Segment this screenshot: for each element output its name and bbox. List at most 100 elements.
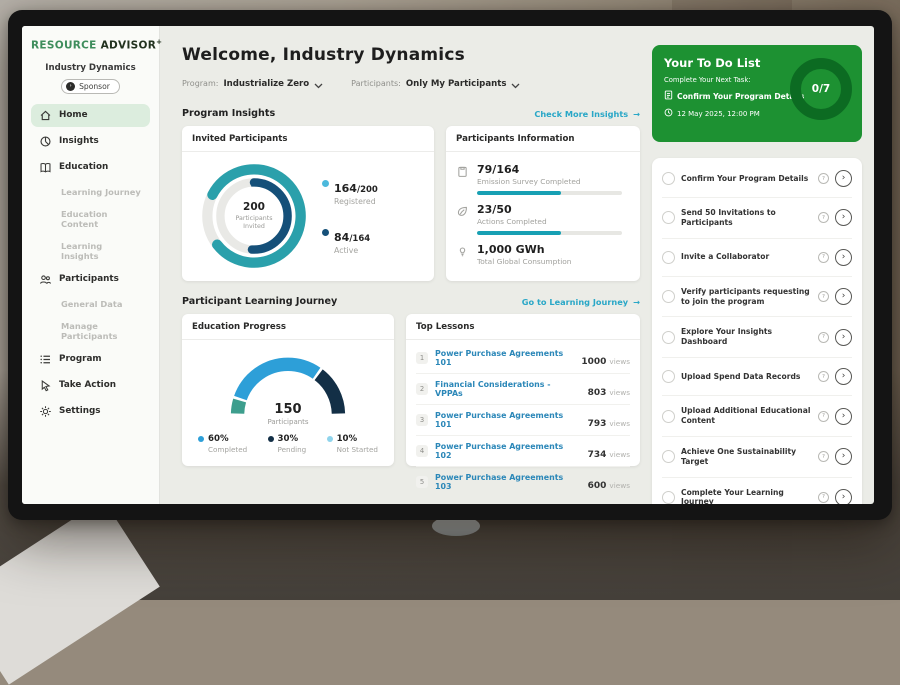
task-row-confirm-program[interactable]: Confirm Your Program Details ? › <box>662 160 852 198</box>
task-row-achieve-sustainability-target[interactable]: Achieve One Sustainability Target ? › <box>662 437 852 478</box>
info-icon[interactable]: ? <box>818 212 829 223</box>
sidebar-item-general-data[interactable]: General Data <box>31 294 150 314</box>
clipboard-icon <box>456 165 469 178</box>
filters-row: Program: Industrialize Zero Participants… <box>182 74 640 93</box>
sidebar-item-education-content[interactable]: Education Content <box>31 204 150 234</box>
chevron-right-button[interactable]: › <box>835 249 852 266</box>
legend-item-registered: 164/200 Registered <box>322 177 378 206</box>
chevron-right-button[interactable]: › <box>835 489 852 504</box>
task-label: Send 50 Invitations to Participants <box>681 208 812 228</box>
task-checkbox[interactable] <box>662 290 675 303</box>
task-row-explore-insights[interactable]: Explore Your Insights Dashboard ? › <box>662 317 852 358</box>
participants-information-card: Participants Information 79/164 Emission… <box>446 126 640 281</box>
sidebar-item-insights[interactable]: Insights <box>31 130 150 153</box>
task-checkbox[interactable] <box>662 172 675 185</box>
sidebar-item-settings[interactable]: Settings <box>31 400 150 423</box>
info-icon[interactable]: ? <box>818 371 829 382</box>
task-checkbox[interactable] <box>662 491 675 504</box>
clock-icon <box>664 108 673 119</box>
task-checkbox[interactable] <box>662 450 675 463</box>
chevron-right-button[interactable]: › <box>835 329 852 346</box>
sidebar-item-program[interactable]: Program <box>31 348 150 371</box>
program-filter-dropdown[interactable]: Program: Industrialize Zero <box>182 74 323 93</box>
sidebar-item-learning-journey[interactable]: Learning Journey <box>31 182 150 202</box>
sponsor-badge[interactable]: › Sponsor <box>61 79 120 94</box>
gear-icon <box>39 405 52 418</box>
lesson-views: 734 <box>588 450 607 460</box>
chevron-right-button[interactable]: › <box>835 288 852 305</box>
sponsor-icon: › <box>66 82 75 91</box>
sidebar-item-take-action[interactable]: Take Action <box>31 374 150 397</box>
card-title: Invited Participants <box>182 126 434 152</box>
sidebar-item-label: Take Action <box>59 380 116 390</box>
sidebar-item-manage-participants[interactable]: Manage Participants <box>31 316 150 346</box>
chevron-right-button[interactable]: › <box>835 170 852 187</box>
sidebar-item-label: Program <box>59 354 102 364</box>
program-filter-value: Industrialize Zero <box>223 79 309 89</box>
lesson-title-link[interactable]: Power Purchase Agreements 103 <box>435 473 581 491</box>
chevron-right-button[interactable]: › <box>835 408 852 425</box>
task-checkbox[interactable] <box>662 370 675 383</box>
task-row-upload-spend-data[interactable]: Upload Spend Data Records ? › <box>662 358 852 396</box>
card-title: Participants Information <box>446 126 640 152</box>
stat-label: Actions Completed <box>477 217 547 226</box>
task-checkbox[interactable] <box>662 251 675 264</box>
lesson-views: 803 <box>588 388 607 398</box>
leaf-icon <box>456 205 469 218</box>
lesson-title-link[interactable]: Financial Considerations - VPPAs <box>435 380 581 398</box>
lesson-row: 3 Power Purchase Agreements 101 793views <box>416 405 630 436</box>
lesson-rank-badge: 4 <box>416 445 428 457</box>
task-label: Explore Your Insights Dashboard <box>681 327 812 347</box>
people-icon <box>39 273 52 286</box>
participants-filter-label: Participants: <box>351 79 401 88</box>
info-icon[interactable]: ? <box>818 291 829 302</box>
task-checkbox[interactable] <box>662 410 675 423</box>
lesson-title-link[interactable]: Power Purchase Agreements 102 <box>435 442 581 460</box>
task-checkbox[interactable] <box>662 331 675 344</box>
legend-dot <box>327 436 333 442</box>
lesson-row: 5 Power Purchase Agreements 103 600views <box>416 467 630 497</box>
lesson-views-label: views <box>609 357 630 366</box>
card-title: Top Lessons <box>406 314 640 340</box>
task-row-invite-collaborator[interactable]: Invite a Collaborator ? › <box>662 239 852 277</box>
lesson-title-link[interactable]: Power Purchase Agreements 101 <box>435 349 574 367</box>
sidebar-item-participants[interactable]: Participants <box>31 268 150 291</box>
task-row-upload-educational-content[interactable]: Upload Additional Educational Content ? … <box>662 396 852 437</box>
actions-progress-bar <box>477 231 622 235</box>
lesson-rank-badge: 1 <box>416 352 428 364</box>
card-body: 150 Participants 60% Completed 30% Pendi… <box>182 340 394 462</box>
lesson-title-link[interactable]: Power Purchase Agreements 101 <box>435 411 581 429</box>
task-checkbox[interactable] <box>662 211 675 224</box>
todo-due-label: 12 May 2025, 12:00 PM <box>677 110 760 118</box>
donut-legend: 164/200 Registered 84/164 Active <box>322 177 378 255</box>
participants-filter-dropdown[interactable]: Participants: Only My Participants <box>351 74 520 93</box>
info-icon[interactable]: ? <box>818 492 829 503</box>
insights-icon <box>39 135 52 148</box>
dashboard-screen: RESOURCE ADVISOR+ Industry Dynamics › Sp… <box>22 26 874 504</box>
info-icon[interactable]: ? <box>818 252 829 263</box>
task-row-send-invitations[interactable]: Send 50 Invitations to Participants ? › <box>662 198 852 239</box>
sidebar-item-label: Home <box>59 110 88 120</box>
lesson-views-label: views <box>609 388 630 397</box>
info-icon[interactable]: ? <box>818 411 829 422</box>
chevron-right-button[interactable]: › <box>835 368 852 385</box>
sidebar-item-learning-insights[interactable]: Learning Insights <box>31 236 150 266</box>
sidebar-item-home[interactable]: Home <box>31 104 150 127</box>
emission-progress-bar <box>477 191 622 195</box>
book-icon <box>39 161 52 174</box>
lesson-row: 2 Financial Considerations - VPPAs 803vi… <box>416 374 630 405</box>
task-row-complete-learning-journey[interactable]: Complete Your Learning Journey ? › <box>662 478 852 504</box>
info-icon[interactable]: ? <box>818 173 829 184</box>
chevron-right-button[interactable]: › <box>835 209 852 226</box>
info-icon[interactable]: ? <box>818 332 829 343</box>
chevron-right-button[interactable]: › <box>835 448 852 465</box>
sidebar-item-education[interactable]: Education <box>31 156 150 179</box>
go-to-learning-journey-link[interactable]: Go to Learning Journey → <box>522 297 640 307</box>
sidebar: RESOURCE ADVISOR+ Industry Dynamics › Sp… <box>22 26 160 504</box>
lesson-views-label: views <box>609 481 630 490</box>
check-more-insights-link[interactable]: Check More Insights → <box>534 109 640 119</box>
task-row-verify-participants[interactable]: Verify participants requesting to join t… <box>662 277 852 318</box>
todo-counter: 0/7 <box>812 83 830 95</box>
info-icon[interactable]: ? <box>818 451 829 462</box>
lesson-views-label: views <box>609 450 630 459</box>
